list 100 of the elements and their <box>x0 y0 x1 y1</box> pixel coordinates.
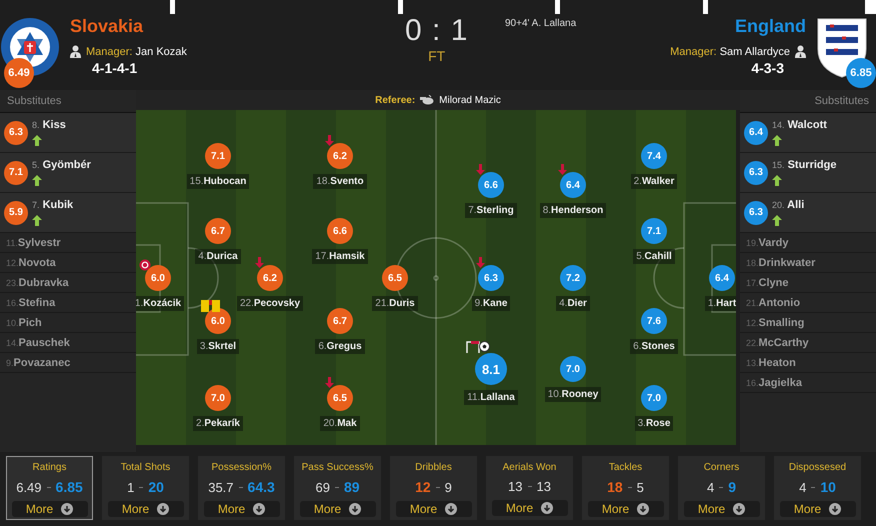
player-name[interactable]: 4.Dier <box>556 296 590 311</box>
down-arrow-icon <box>61 503 74 515</box>
more-button[interactable]: More <box>108 501 184 517</box>
more-button[interactable]: More <box>588 501 664 517</box>
player-name[interactable]: 4.Durica <box>195 249 241 264</box>
player-name[interactable]: 7.Sterling <box>465 203 517 218</box>
player-name[interactable]: 16.Jagielka <box>746 376 802 388</box>
formation: 4-3-3 <box>751 60 784 76</box>
player-name[interactable]: 6.Stones <box>630 339 678 354</box>
player-name[interactable]: 19.Vardy <box>746 236 788 248</box>
substitute-row[interactable]: 6.4 14. Walcott <box>740 113 876 153</box>
player-name[interactable]: 12.Novota <box>6 256 56 268</box>
substitute-row[interactable]: 6.3 20. Alli <box>740 193 876 233</box>
tab[interactable] <box>175 0 398 14</box>
down-arrow-icon <box>476 257 485 268</box>
more-button[interactable]: More <box>396 501 472 517</box>
player-name[interactable]: 17.Clyne <box>746 276 788 288</box>
substitutes-heading: Substitutes <box>814 95 869 107</box>
match-status: FT <box>428 48 446 64</box>
substitute-row[interactable]: 6.3 15. Sturridge <box>740 153 876 193</box>
substitute-row[interactable]: 7.1 5. Gyömbér <box>0 153 136 193</box>
down-arrow-icon <box>733 503 746 515</box>
player-name[interactable]: 11.Lallana <box>464 390 518 405</box>
team-name[interactable]: Slovakia <box>70 16 187 37</box>
more-button[interactable]: More <box>492 500 568 516</box>
player-name[interactable]: 2.Walker <box>630 174 678 189</box>
player-name[interactable]: 12.Smalling <box>746 316 804 328</box>
player-name[interactable]: 2.Pekarík <box>193 416 243 431</box>
stat-title: Dispossesed <box>788 462 846 473</box>
more-button[interactable]: More <box>300 501 376 517</box>
player-name[interactable]: 17.Hamsik <box>312 249 368 264</box>
stat-card[interactable]: Possession% 35.7 64.3 More <box>198 456 285 520</box>
player-name[interactable]: 22.Pecovsky <box>236 296 304 311</box>
more-button[interactable]: More <box>12 501 88 517</box>
rating-badge: 6.3 <box>744 200 768 224</box>
stat-card[interactable]: Dribbles 12 9 More <box>390 456 477 520</box>
player-name[interactable]: 11.Sylvestr <box>6 236 61 248</box>
stat-card[interactable]: Ratings 6.49 6.85 More <box>6 456 93 520</box>
stat-card[interactable]: Total Shots 1 20 More <box>102 456 189 520</box>
stat-title: Pass Success% <box>302 462 374 473</box>
home-value: 12 <box>415 479 431 495</box>
stat-card[interactable]: Pass Success% 69 89 More <box>294 456 381 520</box>
away-value: 64.3 <box>248 479 275 495</box>
stat-card[interactable]: Aerials Won 13 13 More <box>486 456 573 520</box>
home-value: 4 <box>706 480 714 494</box>
person-icon <box>70 45 81 58</box>
player-name[interactable]: 8.Henderson <box>540 203 606 218</box>
team-name[interactable]: England <box>735 16 806 37</box>
down-arrow-icon <box>541 502 554 514</box>
down-arrow-icon <box>253 503 266 515</box>
player-name: 20. Alli <box>772 199 804 211</box>
player-name[interactable]: 21.Antonio <box>746 296 800 308</box>
tab[interactable] <box>0 0 170 14</box>
down-arrow-icon <box>829 503 842 515</box>
player-name[interactable]: 15.Hubocan <box>186 174 250 189</box>
referee-name: Milorad Mazic <box>439 94 501 106</box>
stat-card[interactable]: Tackles 18 5 More <box>582 456 669 520</box>
stat-title: Tackles <box>608 462 642 473</box>
away-value: 13 <box>536 479 551 494</box>
more-button[interactable]: More <box>684 501 760 517</box>
substitute-row[interactable]: 5.9 7. Kubik <box>0 193 136 233</box>
home-value: 6.49 <box>16 480 42 494</box>
player-name[interactable]: 20.Mak <box>320 416 360 431</box>
player-name[interactable]: 22.McCarthy <box>746 336 809 348</box>
tab[interactable] <box>403 0 555 14</box>
down-arrow-icon <box>349 503 362 515</box>
player-name[interactable]: 6.Gregus <box>315 339 365 354</box>
stat-card[interactable]: Dispossesed 4 10 More <box>774 456 861 520</box>
team-rating-badge: 6.49 <box>4 58 34 88</box>
rating-badge: 5.9 <box>4 200 28 224</box>
player-name[interactable]: 9.Povazanec <box>6 356 70 368</box>
player-name[interactable]: 3.Skrtel <box>196 339 240 354</box>
player-name[interactable]: 1.Kozácik <box>136 296 184 311</box>
more-button[interactable]: More <box>204 501 280 517</box>
down-arrow-icon <box>637 503 650 515</box>
player-name[interactable]: 18.Drinkwater <box>746 256 816 268</box>
player-name[interactable]: 1.Hart <box>704 296 736 311</box>
goal-frame-icon <box>466 341 480 353</box>
player-name[interactable]: 18.Svento <box>313 174 367 189</box>
more-button[interactable]: More <box>780 501 856 517</box>
substitute-row[interactable]: 6.3 8. Kiss <box>0 113 136 153</box>
player-name[interactable]: 5.Cahill <box>633 249 675 264</box>
player-name[interactable]: 21.Duris <box>372 296 418 311</box>
stat-title: Total Shots <box>120 462 170 473</box>
player-name: 15. Sturridge <box>772 159 836 171</box>
player-name[interactable]: 9.Kane <box>472 296 510 311</box>
player-name[interactable]: 10.Rooney <box>544 387 602 402</box>
player-name[interactable]: 23.Dubravka <box>6 276 69 288</box>
substitutes-heading: Substitutes <box>7 95 62 107</box>
player-name[interactable]: 3.Rose <box>634 416 674 431</box>
player-name[interactable]: 14.Pauschek <box>6 336 70 348</box>
down-arrow-icon <box>157 503 170 515</box>
player-name[interactable]: 16.Stefina <box>6 296 56 308</box>
team-rating-badge: 6.85 <box>846 58 876 88</box>
tab[interactable] <box>560 0 703 14</box>
stat-card[interactable]: Corners 4 9 More <box>678 456 765 520</box>
player-name[interactable]: 10.Pich <box>6 316 42 328</box>
whistle-icon <box>420 95 434 105</box>
player-name[interactable]: 13.Heaton <box>746 356 796 368</box>
tab[interactable] <box>708 0 865 14</box>
